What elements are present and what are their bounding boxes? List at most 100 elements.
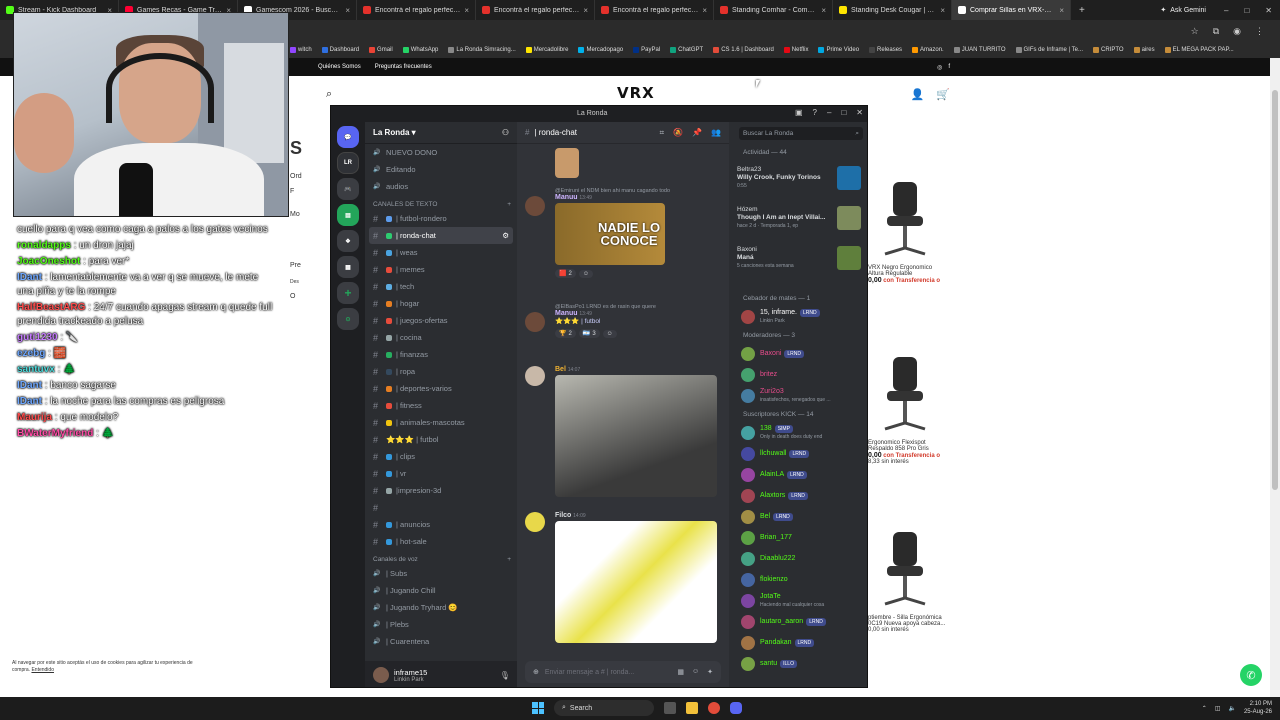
explorer-icon[interactable] — [686, 702, 698, 714]
maximize-icon[interactable]: □ — [841, 108, 846, 117]
chat-username[interactable]: Maurija — [17, 412, 52, 423]
product-image[interactable] — [870, 350, 940, 440]
member-item[interactable]: lautaro_aaron LRND — [741, 612, 865, 631]
voice-channel-item[interactable]: 🔊 | Cuarentena — [365, 633, 517, 650]
server-icon-3[interactable]: ▤ — [337, 204, 359, 226]
activity-header[interactable]: Actividad — 44 — [729, 149, 787, 156]
browser-tab[interactable]: Standing Comhar - Comprar en× — [714, 0, 833, 20]
bookmark-item[interactable]: PayPal — [633, 47, 660, 53]
product-image[interactable] — [870, 525, 940, 615]
member-item[interactable]: Baxoni LRND — [741, 344, 865, 363]
member-item[interactable]: britez — [741, 365, 865, 384]
emoji-icon[interactable]: ☺ — [692, 668, 699, 676]
reaction[interactable]: 🟥 2 — [555, 269, 576, 278]
new-tab-icon[interactable]: + — [1071, 5, 1093, 16]
channel-item[interactable]: # | ronda-chat ⚙ — [369, 227, 513, 244]
product-card[interactable]: Ergonomico Flexispot Respaldo 858 Pro Gr… — [868, 350, 948, 465]
member-item[interactable]: Diaablu222 — [741, 549, 865, 568]
bookmark-item[interactable]: Mercadolibre — [525, 47, 568, 53]
bookmark-item[interactable]: GIFs de Inframe | Te... — [1015, 47, 1083, 53]
photo-attachment[interactable] — [555, 375, 717, 497]
chat-username[interactable]: JoacOneshot — [17, 256, 80, 267]
member-item[interactable]: Alaxtors LRND — [741, 486, 865, 505]
gift-icon[interactable]: ▦ — [677, 668, 684, 676]
member-item[interactable]: llchuwall LRND — [741, 444, 865, 463]
chevron-up-icon[interactable]: ⌃ — [1202, 705, 1207, 712]
member-item[interactable]: 15, inframe. LRND Linkin Park — [741, 307, 865, 326]
attach-icon[interactable]: ⊕ — [533, 668, 539, 676]
channel-item[interactable]: # | fitness — [365, 397, 517, 414]
add-member-icon[interactable]: ⚇ — [502, 128, 509, 137]
apps-icon[interactable]: ✦ — [707, 668, 713, 676]
browser-tab[interactable]: Encontrá el regalo perfecto! × — [476, 0, 595, 20]
chat-username[interactable]: IDant — [17, 272, 42, 283]
chrome-icon[interactable] — [708, 702, 720, 714]
message-author[interactable]: Filco — [555, 512, 571, 519]
cart-icon[interactable]: 🛒 — [936, 88, 950, 101]
close-icon[interactable]: × — [821, 6, 826, 15]
browser-tab[interactable]: Encontrá el regalo perfecto! × — [357, 0, 476, 20]
close-icon[interactable]: × — [464, 6, 469, 15]
activity-item[interactable]: Beltra23 Willy Crook, Funky Torinos 0:55 — [737, 166, 861, 190]
channel-item[interactable]: # — [365, 499, 517, 516]
chat-username[interactable]: BWaterMyfriend — [17, 428, 93, 439]
close-icon[interactable]: × — [1059, 6, 1064, 15]
close-icon[interactable]: × — [345, 6, 350, 15]
bookmark-item[interactable]: Netflix — [783, 47, 808, 53]
channel-item[interactable]: # | deportes-varios — [365, 380, 517, 397]
message-author[interactable]: Manuu — [555, 194, 578, 201]
bookmark-item[interactable]: JUAN TURRITO — [953, 47, 1006, 53]
channel-item[interactable]: # | juegos-ofertas — [365, 312, 517, 329]
channel-item[interactable]: # | anuncios — [365, 516, 517, 533]
page-scrollbar[interactable] — [1270, 58, 1280, 698]
chat-username[interactable]: santuvx — [17, 364, 55, 375]
channel-item[interactable]: # | futbol-rondero — [365, 210, 517, 227]
close-icon[interactable]: × — [583, 6, 588, 15]
bookmark-item[interactable]: Releases — [869, 47, 902, 53]
meme-attachment[interactable] — [555, 521, 717, 643]
server-icon-la-ronda[interactable]: LR — [337, 152, 359, 174]
channel-item[interactable]: # ⭐⭐⭐ | futbol — [365, 431, 517, 448]
channel-item[interactable]: # | memes — [365, 261, 517, 278]
channel-item[interactable]: # | hogar — [365, 295, 517, 312]
profile-icon[interactable]: ◉ — [1233, 26, 1241, 37]
mute-icon[interactable]: 🔕 — [673, 128, 683, 138]
bookmark-item[interactable]: EL MEGA PACK PAP... — [1164, 47, 1234, 53]
member-item[interactable]: Zuri2o3 insatisfechos, renegados que ... — [741, 386, 865, 405]
inbox-icon[interactable]: ▣ — [795, 108, 803, 117]
server-icon-2[interactable]: 🎮 — [337, 178, 359, 200]
nav-preguntas[interactable]: Preguntas frecuentes — [375, 64, 432, 70]
channel-item[interactable]: 🔊 audios — [365, 178, 517, 195]
channel-item[interactable]: # | hot-sale — [365, 533, 517, 550]
ask-gemini-button[interactable]: ✦ Ask Gemini — [1150, 6, 1216, 15]
bookmark-item[interactable]: Prime Video — [818, 47, 859, 53]
member-item[interactable]: Brian_177 — [741, 528, 865, 547]
threads-icon[interactable]: ⌗ — [660, 128, 665, 138]
chat-username[interactable]: guti1230 — [17, 332, 58, 343]
discord-icon[interactable] — [730, 702, 742, 714]
minimize-icon[interactable]: – — [827, 108, 831, 117]
browser-tab[interactable]: Encontrá el regalo perfecto! × — [595, 0, 714, 20]
reaction[interactable]: 🇦🇷 3 — [578, 329, 600, 338]
member-item[interactable]: Bel LRND — [741, 507, 865, 526]
bookmark-item[interactable]: CS 1.6 | Dashboard — [713, 47, 774, 53]
close-icon[interactable]: × — [940, 6, 945, 15]
nav-quienes-somos[interactable]: Quiénes Somos — [318, 64, 361, 70]
channel-item[interactable]: # | animales-mascotas — [365, 414, 517, 431]
channel-item[interactable]: # | clips — [365, 448, 517, 465]
chat-username[interactable]: IDant — [17, 380, 42, 391]
reaction[interactable]: 🏆 2 — [555, 329, 576, 338]
product-image[interactable] — [870, 175, 940, 265]
add-server-icon[interactable]: + — [337, 282, 359, 304]
member-item[interactable]: Pandakan LRND — [741, 633, 865, 652]
account-icon[interactable]: 👤 — [911, 88, 925, 101]
chat-username[interactable]: ronaldapps — [17, 240, 71, 251]
whatsapp-icon[interactable]: ✆ — [1240, 664, 1262, 686]
voice-channel-item[interactable]: 🔊 | Plebs — [365, 616, 517, 633]
browser-tab[interactable]: Comprar Sillas en VRX-FLEXISP × — [952, 0, 1071, 20]
bookmark-item[interactable]: Amazon. — [912, 47, 944, 53]
channel-item[interactable]: # | ropa — [365, 363, 517, 380]
bookmark-item[interactable]: Mercadopago — [578, 47, 623, 53]
server-header[interactable]: La Ronda ▾ ⚇ — [365, 122, 517, 144]
bookmark-item[interactable]: WhatsApp — [402, 47, 438, 53]
